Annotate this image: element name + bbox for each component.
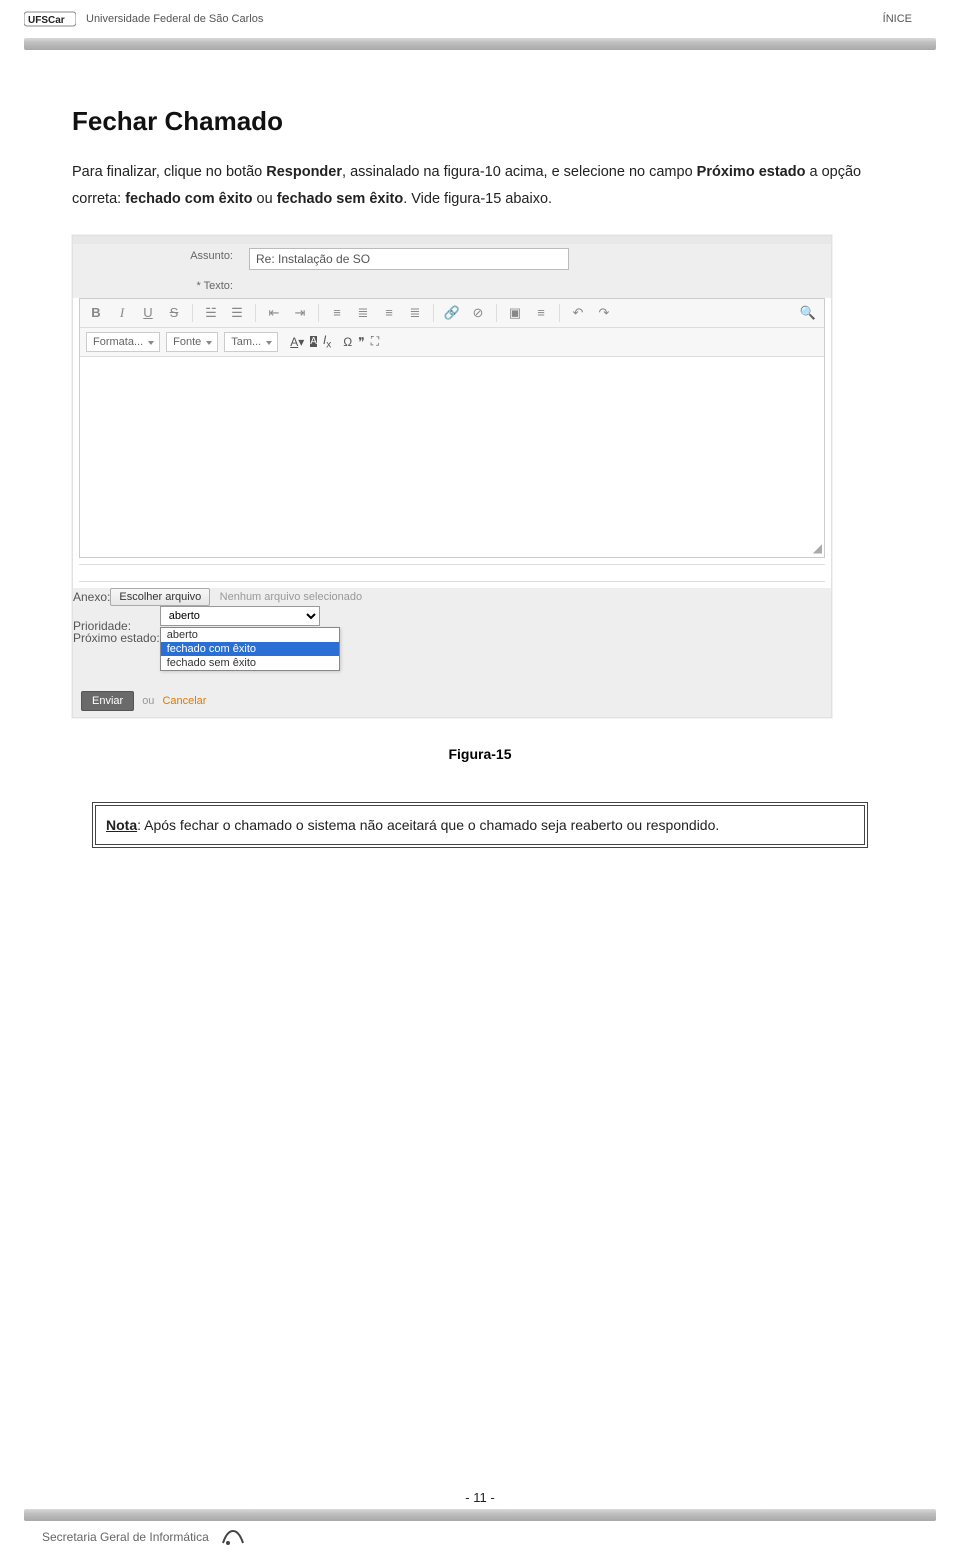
note-text: : Após fechar o chamado o sistema não ac…	[137, 817, 719, 833]
search-icon[interactable]: 🔍	[798, 303, 818, 323]
p-bold-responder: Responder	[266, 164, 342, 180]
rte-toolbar-row-2: Formata... Fonte Tam... A▾ A Ix Ω ❞ ⛶	[80, 328, 824, 357]
row-anexo: Anexo: Escolher arquivo Nenhum arquivo s…	[73, 588, 831, 606]
note-box: Nota: Após fechar o chamado o sistema nã…	[92, 802, 868, 848]
proximo-estado-dropdown-open: aberto fechado com êxito fechado sem êxi…	[160, 627, 340, 671]
p-text: . Vide figura-15 abaixo.	[403, 191, 552, 207]
header-right-label: ÍNICE	[883, 13, 936, 25]
bullet-list-icon[interactable]: ☰	[227, 303, 247, 323]
image-icon[interactable]: ▣	[505, 303, 525, 323]
underline-icon[interactable]: U	[138, 303, 158, 323]
rte-textarea[interactable]: ◢	[80, 357, 824, 557]
form-top-strip	[73, 236, 831, 244]
row-texto-label: * Texto:	[73, 274, 831, 298]
rte-toolbar-row-1: B I U S ☱ ☰ ⇤ ⇥ ≡ ≣ ≡ ≣ 🔗 ⊘ ▣ ≡	[80, 299, 824, 328]
label-texto: * Texto:	[73, 274, 243, 298]
svg-text:UFSCar: UFSCar	[28, 15, 65, 26]
footer-line: Secretaria Geral de Informática	[24, 1527, 936, 1547]
outdent-icon[interactable]: ⇤	[264, 303, 284, 323]
page-number: - 11 -	[24, 1490, 936, 1505]
toolbar-separator	[559, 304, 560, 322]
section-paragraph: Para finalizar, clique no botão Responde…	[72, 159, 888, 213]
align-left-icon[interactable]: ≡	[327, 303, 347, 323]
special-char-icon[interactable]: Ω	[343, 335, 352, 349]
footer-secretaria: Secretaria Geral de Informática	[42, 1530, 209, 1544]
row-assunto: Assunto:	[73, 244, 831, 274]
dropdown-option[interactable]: aberto	[161, 628, 339, 642]
p-bold-fce: fechado com êxito	[125, 191, 252, 207]
link-icon[interactable]: 🔗	[442, 303, 462, 323]
undo-icon[interactable]: ↶	[568, 303, 588, 323]
cancelar-link[interactable]: Cancelar	[162, 695, 206, 707]
header-divider	[24, 38, 936, 50]
hr-icon[interactable]: ≡	[531, 303, 551, 323]
footer-divider	[24, 1509, 936, 1521]
p-text: ou	[253, 191, 277, 207]
label-anexo: Anexo:	[73, 590, 110, 604]
section-title: Fechar Chamado	[72, 106, 888, 137]
enviar-button[interactable]: Enviar	[81, 691, 134, 711]
indent-icon[interactable]: ⇥	[290, 303, 310, 323]
proximo-estado-select[interactable]: aberto	[160, 606, 320, 626]
p-bold-fse: fechado sem êxito	[277, 191, 404, 207]
toolbar-separator	[433, 304, 434, 322]
spacer-strip	[79, 564, 825, 582]
university-name: Universidade Federal de São Carlos	[86, 13, 263, 25]
numbered-list-icon[interactable]: ☱	[201, 303, 221, 323]
form-bottom-bar: Enviar ou Cancelar	[73, 685, 831, 717]
assunto-input[interactable]	[249, 248, 569, 270]
label-assunto: Assunto:	[73, 244, 243, 268]
form-screenshot: Assunto: * Texto: B I U S ☱ ☰ ⇤ ⇥ ≡	[72, 235, 832, 718]
align-center-icon[interactable]: ≣	[353, 303, 373, 323]
label-proximo-estado: Próximo estado:	[73, 631, 160, 645]
font-combo[interactable]: Fonte	[166, 332, 218, 352]
align-right-icon[interactable]: ≡	[379, 303, 399, 323]
p-bold-proximo: Próximo estado	[697, 164, 806, 180]
toolbar-separator	[318, 304, 319, 322]
figure-caption: Figura-15	[72, 746, 888, 762]
resize-handle-icon[interactable]: ◢	[813, 541, 822, 555]
p-text: , assinalado na figura-10 acima, e selec…	[342, 164, 697, 180]
page-footer: - 11 - Secretaria Geral de Informática	[0, 1512, 960, 1561]
ufscar-logo-icon: UFSCar	[24, 8, 76, 30]
align-justify-icon[interactable]: ≣	[405, 303, 425, 323]
quote-icon[interactable]: ❞	[358, 335, 364, 349]
toolbar-separator	[192, 304, 193, 322]
logo-block: UFSCar Universidade Federal de São Carlo…	[24, 8, 263, 30]
italic-icon[interactable]: I	[112, 303, 132, 323]
file-hint-text: Nenhum arquivo selecionado	[220, 591, 362, 603]
dropdown-option[interactable]: fechado sem êxito	[161, 656, 339, 670]
ou-text: ou	[142, 695, 154, 707]
size-combo[interactable]: Tam...	[224, 332, 278, 352]
text-color-icon[interactable]: A▾	[290, 335, 304, 349]
page-header: UFSCar Universidade Federal de São Carlo…	[0, 0, 960, 34]
bold-icon[interactable]: B	[86, 303, 106, 323]
dropdown-option-selected[interactable]: fechado com êxito	[161, 642, 339, 656]
label-prioridade: Prioridade:	[73, 619, 131, 633]
footer-logo-icon	[219, 1527, 247, 1547]
toolbar-separator	[255, 304, 256, 322]
redo-icon[interactable]: ↷	[594, 303, 614, 323]
bg-color-icon[interactable]: A	[310, 336, 317, 347]
fullscreen-icon[interactable]: ⛶	[371, 334, 379, 349]
choose-file-button[interactable]: Escolher arquivo	[110, 588, 210, 606]
strike-icon[interactable]: S	[164, 303, 184, 323]
clear-format-icon[interactable]: Ix	[323, 333, 331, 350]
toolbar-separator	[496, 304, 497, 322]
format-combo[interactable]: Formata...	[86, 332, 160, 352]
p-text: Para finalizar, clique no botão	[72, 164, 266, 180]
note-prefix: Nota	[106, 817, 137, 833]
unlink-icon[interactable]: ⊘	[468, 303, 488, 323]
rich-text-editor: B I U S ☱ ☰ ⇤ ⇥ ≡ ≣ ≡ ≣ 🔗 ⊘ ▣ ≡	[79, 298, 825, 558]
